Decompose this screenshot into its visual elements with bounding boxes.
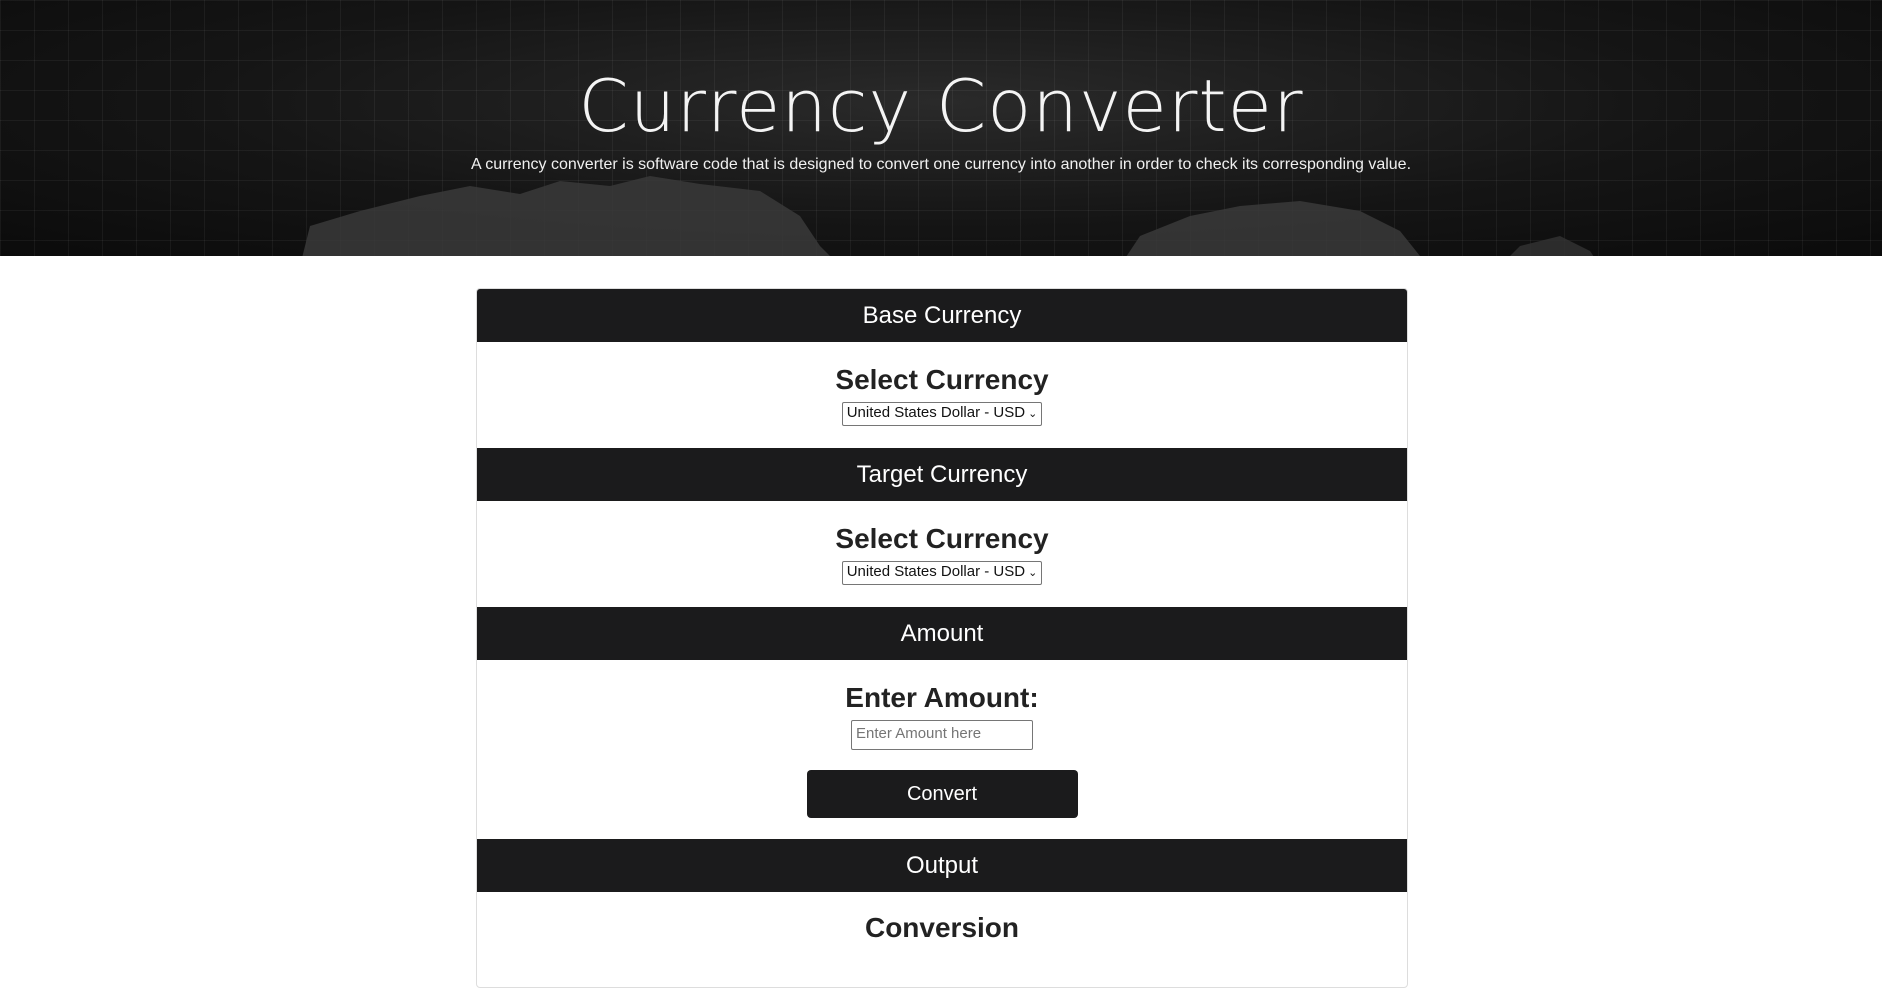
page-title: Currency Converter [578, 64, 1304, 148]
base-currency-header: Base Currency [477, 289, 1407, 342]
target-currency-label: Select Currency [835, 523, 1049, 554]
output-header: Output [477, 839, 1407, 892]
convert-button[interactable]: Convert [806, 770, 1078, 818]
hero-banner: Currency Converter A currency converter … [0, 0, 1882, 256]
amount-label: Enter Amount: [845, 682, 1039, 713]
output-section: Conversion [477, 892, 1407, 944]
converter-card: Base Currency Select Currency United Sta… [476, 288, 1408, 988]
amount-section: Enter Amount: Enter Amount here Convert [477, 660, 1407, 839]
base-currency-select[interactable]: United States Dollar - USD ⌄ [841, 402, 1043, 426]
chevron-down-icon: ⌄ [1028, 408, 1038, 420]
base-currency-section: Select Currency United States Dollar - U… [477, 342, 1407, 448]
target-currency-select[interactable]: United States Dollar - USD ⌄ [841, 561, 1043, 585]
chevron-down-icon: ⌄ [1028, 567, 1038, 579]
amount-input[interactable]: Enter Amount here [851, 720, 1033, 750]
amount-header: Amount [477, 607, 1407, 660]
page-description: A currency converter is software code th… [470, 156, 1412, 173]
target-currency-header: Target Currency [477, 448, 1407, 501]
conversion-label: Conversion [864, 912, 1020, 943]
target-currency-selected-value: United States Dollar - USD [846, 563, 1026, 580]
base-currency-selected-value: United States Dollar - USD [846, 404, 1026, 421]
base-currency-label: Select Currency [835, 364, 1049, 395]
target-currency-section: Select Currency United States Dollar - U… [477, 501, 1407, 607]
